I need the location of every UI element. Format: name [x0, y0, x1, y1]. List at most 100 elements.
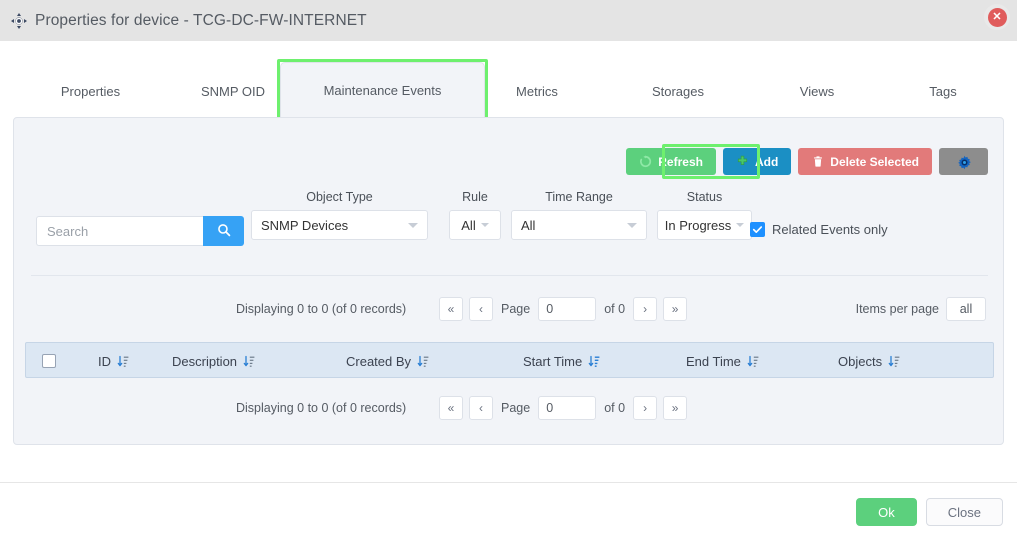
tab-views[interactable]: Views — [772, 65, 862, 117]
chevron-down-icon — [627, 222, 637, 228]
refresh-icon — [639, 155, 652, 168]
search-group — [36, 216, 244, 246]
add-label: Add — [754, 154, 779, 169]
checkbox-checked-icon — [750, 222, 765, 237]
object-type-value: SNMP Devices — [261, 217, 349, 233]
column-label: ID — [98, 353, 111, 369]
related-events-checkbox[interactable]: Related Events only — [750, 222, 888, 237]
sort-icon — [888, 355, 900, 368]
checkbox-icon — [42, 354, 56, 368]
properties-dialog: Properties for device - TCG-DC-FW-INTERN… — [0, 0, 1017, 539]
last-page-button[interactable]: » — [663, 396, 688, 420]
column-description[interactable]: Description — [172, 343, 255, 379]
footer-divider — [0, 482, 1017, 483]
search-button[interactable] — [203, 216, 244, 246]
search-input[interactable] — [36, 216, 203, 246]
sort-icon-active — [588, 355, 600, 368]
rule-label: Rule — [462, 190, 488, 204]
items-per-page-label: Items per page — [855, 302, 939, 316]
plus-icon — [736, 155, 749, 168]
table-header: ID Description Created By Start Time End… — [25, 342, 994, 378]
cancel-button[interactable]: Close — [925, 498, 1003, 526]
tab-maintenance-events[interactable]: Maintenance Events — [280, 62, 485, 118]
sort-icon — [117, 355, 129, 368]
sort-icon — [243, 355, 255, 368]
record-count-text: Displaying 0 to 0 (of 0 records) — [236, 302, 407, 316]
sort-icon — [417, 355, 429, 368]
next-page-button[interactable]: › — [633, 297, 658, 321]
status-label: Status — [686, 190, 723, 204]
column-id[interactable]: ID — [98, 343, 129, 379]
record-count-text: Displaying 0 to 0 (of 0 records) — [236, 401, 407, 415]
rule-select[interactable]: All — [449, 210, 501, 240]
tab-label: Views — [799, 83, 835, 99]
tab-label: Storages — [651, 83, 705, 99]
prev-page-button[interactable]: ‹ — [469, 396, 493, 420]
filter-divider — [31, 275, 988, 276]
settings-button[interactable] — [939, 148, 988, 175]
panel-toolbar: Refresh Add Delete Selected — [626, 144, 988, 179]
column-label: Created By — [346, 353, 412, 369]
tab-label: Properties — [60, 83, 121, 99]
rule-group: Rule All — [449, 190, 501, 240]
first-page-button[interactable]: « — [439, 396, 463, 420]
pager-top: Displaying 0 to 0 (of 0 records) « ‹ Pag… — [14, 292, 1003, 326]
tab-label: SNMP OID — [200, 83, 266, 99]
delete-selected-button[interactable]: Delete Selected — [798, 148, 932, 175]
page-number-input[interactable] — [538, 396, 597, 420]
ok-button[interactable]: Ok — [856, 498, 917, 526]
tab-label: Metrics — [516, 83, 558, 99]
time-range-value: All — [521, 217, 536, 233]
next-page-button[interactable]: › — [633, 396, 658, 420]
column-start-time[interactable]: Start Time — [523, 343, 600, 379]
chevron-down-icon — [480, 223, 489, 227]
close-circle-icon: ✕ — [987, 7, 1007, 27]
trash-icon — [811, 155, 824, 168]
select-all-checkbox[interactable] — [42, 343, 56, 379]
related-events-label: Related Events only — [772, 222, 888, 237]
pagination-controls: « ‹ Page of 0 › » — [439, 297, 688, 321]
chevron-down-icon — [408, 222, 418, 228]
sort-icon — [747, 355, 759, 368]
pager-bottom: Displaying 0 to 0 (of 0 records) « ‹ Pag… — [14, 391, 1003, 425]
close-button[interactable]: ✕ — [984, 4, 1010, 30]
tab-snmp-oid[interactable]: SNMP OID — [188, 65, 278, 117]
column-label: End Time — [686, 353, 741, 369]
object-type-label: Object Type — [306, 190, 373, 204]
tab-properties[interactable]: Properties — [43, 65, 138, 117]
status-group: Status In Progress — [657, 190, 752, 240]
column-end-time[interactable]: End Time — [686, 343, 759, 379]
tab-label: Maintenance Events — [323, 83, 442, 98]
dialog-title: Properties for device - TCG-DC-FW-INTERN… — [35, 11, 367, 29]
tab-bar: Properties SNMP OID Maintenance Events M… — [0, 41, 1017, 121]
column-label: Objects — [838, 353, 883, 369]
first-page-button[interactable]: « — [439, 297, 463, 321]
items-per-page-select[interactable]: all — [946, 297, 986, 321]
search-icon — [217, 223, 231, 240]
refresh-button[interactable]: Refresh — [626, 148, 716, 175]
tab-storages[interactable]: Storages — [632, 65, 724, 117]
page-number-input[interactable] — [538, 297, 597, 321]
column-created-by[interactable]: Created By — [346, 343, 429, 379]
page-label: Page — [501, 302, 531, 316]
tab-tags[interactable]: Tags — [900, 65, 986, 117]
status-value: In Progress — [664, 217, 732, 233]
prev-page-button[interactable]: ‹ — [469, 297, 493, 321]
status-select[interactable]: In Progress — [657, 210, 752, 240]
page-label: Page — [501, 401, 531, 415]
chevron-down-icon — [736, 223, 745, 227]
column-label: Start Time — [523, 353, 583, 369]
column-objects[interactable]: Objects — [838, 343, 900, 379]
time-range-select[interactable]: All — [511, 210, 647, 240]
refresh-label: Refresh — [658, 154, 703, 169]
add-button[interactable]: Add — [722, 148, 792, 175]
tab-metrics[interactable]: Metrics — [492, 65, 582, 117]
column-label: Description — [172, 353, 238, 369]
delete-selected-label: Delete Selected — [830, 154, 919, 169]
filter-bar: Object Type SNMP Devices Rule All Time R… — [14, 190, 1003, 252]
last-page-button[interactable]: » — [663, 297, 688, 321]
pagination-controls: « ‹ Page of 0 › » — [439, 396, 688, 420]
object-type-select[interactable]: SNMP Devices — [251, 210, 428, 240]
maintenance-events-panel: Refresh Add Delete Selected Search Objec… — [13, 117, 1004, 445]
total-pages-label: of 0 — [604, 401, 626, 415]
